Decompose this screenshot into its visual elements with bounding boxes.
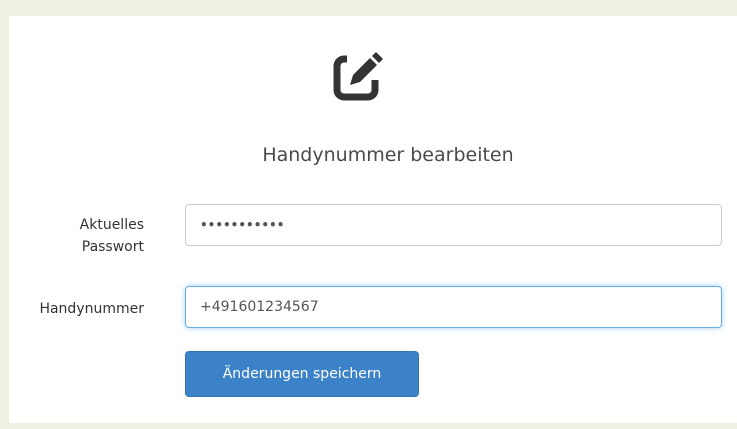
phone-number-label: Handynummer	[39, 301, 144, 317]
edit-phone-panel: Handynummer bearbeiten Aktuelles Passwor…	[9, 16, 737, 423]
edit-icon	[332, 44, 386, 104]
form-title: Handynummer bearbeiten	[262, 144, 514, 166]
save-changes-button[interactable]: Änderungen speichern	[185, 351, 419, 397]
phone-number-field[interactable]	[185, 286, 722, 328]
current-password-field[interactable]	[185, 204, 722, 246]
current-password-label: Aktuelles Passwort	[79, 217, 144, 255]
